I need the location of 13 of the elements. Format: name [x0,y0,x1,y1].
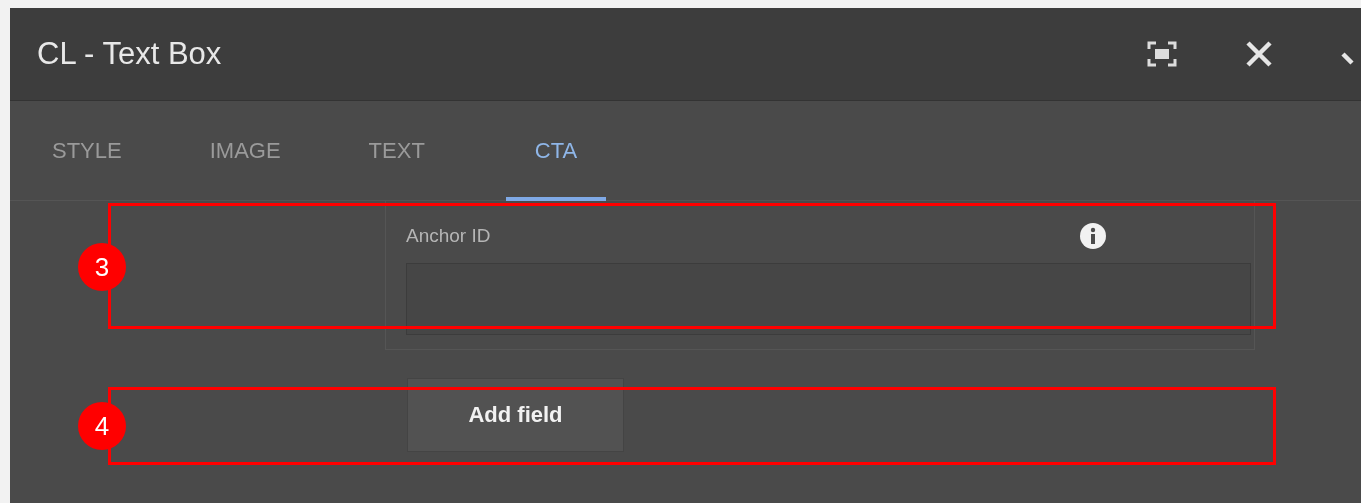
tab[interactable]: STYLE [52,100,122,201]
input-field[interactable] [406,263,1251,335]
tab[interactable]: TEXT [368,100,425,201]
tab[interactable]: CTA [505,100,607,201]
step-badge: 4 [78,402,126,450]
info-icon[interactable] [1080,223,1106,249]
dialog-title: CL - Text Box [37,36,222,72]
close-icon[interactable] [1245,40,1273,68]
step-badge: 3 [78,243,126,291]
fullscreen-icon[interactable] [1147,41,1177,67]
add-field-button[interactable]: Add field [407,378,624,452]
tab[interactable]: IMAGE [209,100,281,201]
field-label: Anchor ID [406,225,491,247]
